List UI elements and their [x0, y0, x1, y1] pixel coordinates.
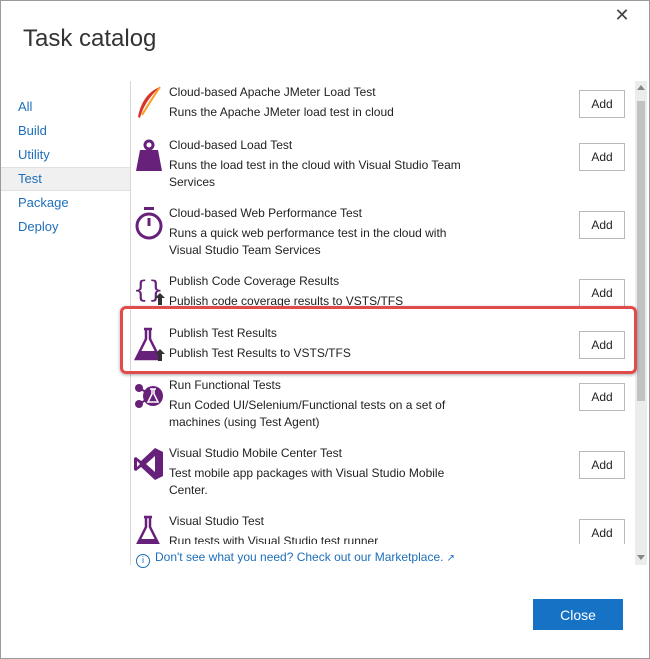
scroll-thumb[interactable] [637, 101, 645, 401]
stopwatch-icon [133, 206, 165, 242]
weight-icon [133, 138, 165, 174]
task-list-scrollbar[interactable] [635, 81, 647, 565]
dialog-title: Task catalog [23, 25, 157, 52]
task-name: Cloud-based Web Performance Test [169, 206, 362, 220]
marketplace-link-text[interactable]: Don't see what you need? Check out our M… [155, 550, 443, 564]
task-name: Visual Studio Test [169, 514, 264, 528]
add-button[interactable]: Add [579, 211, 625, 239]
task-name: Publish Code Coverage Results [169, 274, 340, 288]
marketplace-link[interactable]: i Don't see what you need? Check out our … [136, 550, 455, 568]
scroll-up-icon[interactable] [637, 85, 645, 90]
flask-network-icon [133, 378, 165, 414]
sidebar-item-utility[interactable]: Utility [1, 143, 130, 167]
task-description: Test mobile app packages with Visual Stu… [169, 466, 445, 497]
scroll-down-icon[interactable] [637, 555, 645, 560]
sidebar-item-build[interactable]: Build [1, 119, 130, 143]
task-name: Cloud-based Load Test [169, 138, 293, 152]
sidebar-item-all[interactable]: All [1, 95, 130, 119]
task-list: Cloud-based Apache JMeter Load Test Runs… [131, 81, 635, 544]
external-link-icon: ↗ [446, 553, 455, 564]
add-button[interactable]: Add [579, 331, 625, 359]
task-description: Run tests with Visual Studio test runner [169, 534, 379, 544]
task-description: Runs the Apache JMeter load test in clou… [169, 105, 394, 119]
add-button[interactable]: Add [579, 143, 625, 171]
sidebar-item-deploy[interactable]: Deploy [1, 215, 130, 239]
sidebar-item-package[interactable]: Package [1, 191, 130, 215]
task-name: Run Functional Tests [169, 378, 281, 392]
flask-icon [133, 514, 165, 544]
task-name: Visual Studio Mobile Center Test [169, 446, 342, 460]
task-name: Publish Test Results [169, 326, 277, 340]
task-catalog-dialog: Task catalog ✕ All Build Utility Test Pa… [0, 0, 650, 659]
add-button[interactable]: Add [579, 519, 625, 544]
add-button[interactable]: Add [579, 279, 625, 307]
add-button[interactable]: Add [579, 383, 625, 411]
category-sidebar: All Build Utility Test Package Deploy [1, 95, 130, 239]
task-description: Runs the load test in the cloud with Vis… [169, 158, 461, 189]
sidebar-item-test[interactable]: Test [1, 167, 130, 191]
flask-upload-icon [133, 326, 165, 362]
add-button[interactable]: Add [579, 451, 625, 479]
close-button[interactable]: Close [533, 599, 623, 630]
task-description: Run Coded UI/Selenium/Functional tests o… [169, 398, 446, 429]
braces-upload-icon: {} [133, 274, 165, 310]
task-description: Publish code coverage results to VSTS/TF… [169, 294, 404, 308]
task-description: Publish Test Results to VSTS/TFS [169, 346, 351, 360]
close-icon[interactable]: ✕ [614, 6, 630, 24]
task-name: Cloud-based Apache JMeter Load Test [169, 85, 376, 99]
task-description: Runs a quick web performance test in the… [169, 226, 447, 257]
feather-icon [133, 85, 165, 121]
add-button[interactable]: Add [579, 90, 625, 118]
visual-studio-icon [133, 446, 165, 482]
info-icon: i [136, 554, 150, 568]
